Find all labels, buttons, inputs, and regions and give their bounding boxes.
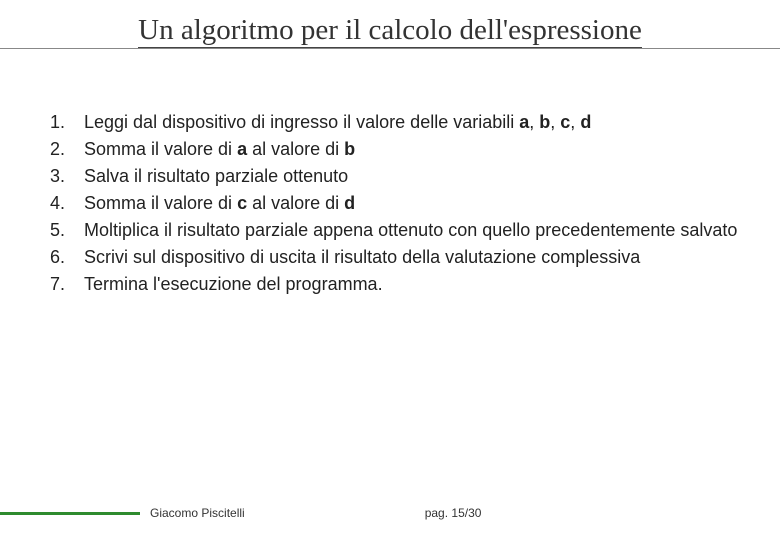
list-item: 5.Moltiplica il risultato parziale appen… [50,217,740,244]
footer-author: Giacomo Piscitelli [150,506,245,520]
list-item: 7.Termina l'esecuzione del programma. [50,271,740,298]
algorithm-list: 1.Leggi dal dispositivo di ingresso il v… [50,109,740,298]
list-item-text: Somma il valore di c al valore di d [84,190,740,217]
list-item: 4.Somma il valore di c al valore di d [50,190,740,217]
list-item-number: 4. [50,190,84,217]
content-area: 1.Leggi dal dispositivo di ingresso il v… [0,49,780,298]
list-item: 2.Somma il valore di a al valore di b [50,136,740,163]
list-item-number: 7. [50,271,84,298]
footer-page-number: pag. 15/30 [425,506,482,520]
list-item-number: 1. [50,109,84,136]
list-item-number: 5. [50,217,84,244]
list-item-number: 2. [50,136,84,163]
list-item-number: 6. [50,244,84,271]
list-item-text: Scrivi sul dispositivo di uscita il risu… [84,244,740,271]
slide-title: Un algoritmo per il calcolo dell'espress… [138,14,642,48]
footer-accent-bar [0,512,140,515]
footer: Giacomo Piscitelli pag. 15/30 [0,506,780,520]
list-item-text: Salva il risultato parziale ottenuto [84,163,740,190]
list-item: 1.Leggi dal dispositivo di ingresso il v… [50,109,740,136]
list-item-number: 3. [50,163,84,190]
list-item-text: Leggi dal dispositivo di ingresso il val… [84,109,740,136]
list-item-text: Somma il valore di a al valore di b [84,136,740,163]
list-item-text: Termina l'esecuzione del programma. [84,271,740,298]
list-item: 6.Scrivi sul dispositivo di uscita il ri… [50,244,740,271]
list-item-text: Moltiplica il risultato parziale appena … [84,217,740,244]
list-item: 3.Salva il risultato parziale ottenuto [50,163,740,190]
